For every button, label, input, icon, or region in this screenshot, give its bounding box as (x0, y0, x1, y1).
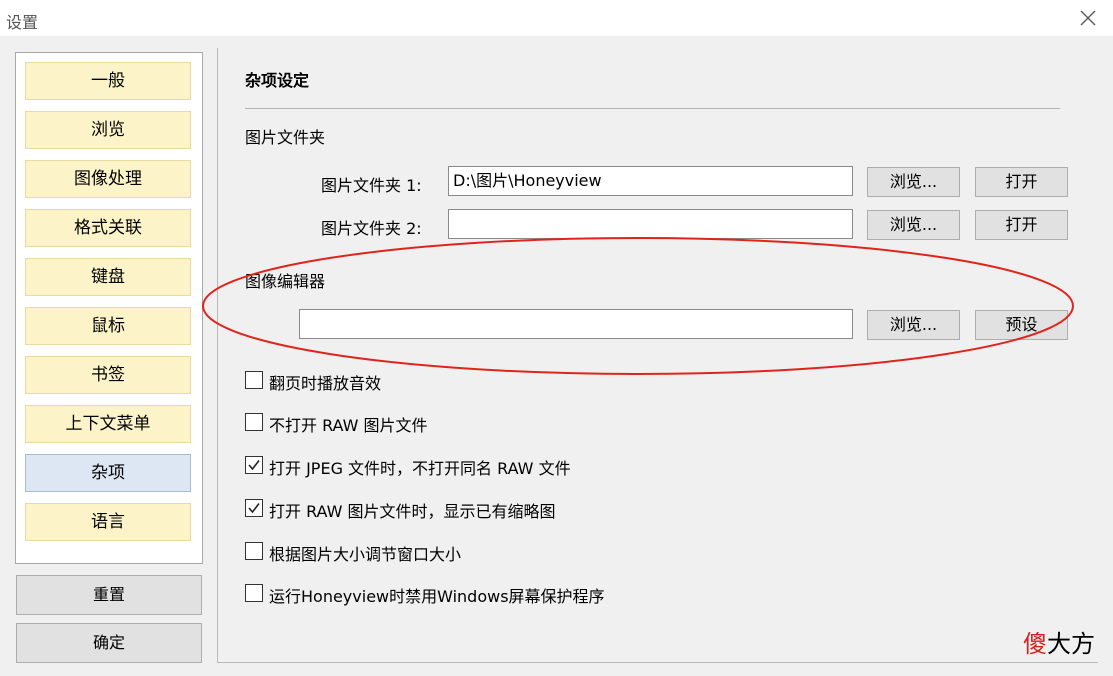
close-icon (1080, 10, 1096, 26)
nav-item-format-association[interactable]: 格式关联 (25, 209, 191, 247)
image-editor-heading: 图像编辑器 (245, 272, 326, 291)
reset-button[interactable]: 重置 (16, 575, 202, 615)
nav-item-image-processing[interactable]: 图像处理 (25, 160, 191, 198)
nav-item-misc[interactable]: 杂项 (25, 454, 191, 492)
nav-item-bookmarks[interactable]: 书签 (25, 356, 191, 394)
section-title: 杂项设定 (245, 71, 310, 90)
checkbox[interactable] (245, 371, 263, 389)
close-button[interactable] (1063, 0, 1113, 36)
checkbox[interactable] (245, 456, 263, 474)
checkbox[interactable] (245, 542, 263, 560)
checkmark-icon (248, 460, 260, 471)
image-folder-heading: 图片文件夹 (245, 128, 326, 147)
folder2-browse-button[interactable]: 浏览... (867, 210, 960, 240)
nav-item-keyboard[interactable]: 键盘 (25, 258, 191, 296)
folder1-open-button[interactable]: 打开 (975, 167, 1068, 197)
folder1-path-input[interactable]: D:\图片\Honeyview (448, 166, 853, 196)
watermark-text: 大方 (1047, 630, 1095, 658)
watermark: 傻大方 (1023, 624, 1095, 659)
image-editor-preset-button[interactable]: 预设 (975, 310, 1068, 340)
nav-item-browse[interactable]: 浏览 (25, 111, 191, 149)
option-label: 根据图片大小调节窗口大小 (269, 545, 462, 564)
settings-category-list: 一般 浏览 图像处理 格式关联 键盘 鼠标 书签 上下文菜单 杂项 语言 (15, 52, 203, 564)
title-bar: 设置 (0, 0, 1113, 36)
option-label: 打开 RAW 图片文件时，显示已有缩略图 (269, 502, 556, 521)
ok-button[interactable]: 确定 (16, 623, 202, 663)
nav-item-context-menu[interactable]: 上下文菜单 (25, 405, 191, 443)
nav-item-general[interactable]: 一般 (25, 62, 191, 100)
checkbox[interactable] (245, 413, 263, 431)
option-label: 不打开 RAW 图片文件 (269, 416, 428, 435)
nav-item-mouse[interactable]: 鼠标 (25, 307, 191, 345)
section-divider (245, 108, 1060, 109)
folder1-browse-button[interactable]: 浏览... (867, 167, 960, 197)
checkmark-icon (248, 503, 260, 514)
checkbox[interactable] (245, 499, 263, 517)
window-title: 设置 (6, 13, 39, 32)
folder2-open-button[interactable]: 打开 (975, 210, 1068, 240)
folder2-label: 图片文件夹 2: (321, 219, 422, 238)
image-editor-browse-button[interactable]: 浏览... (867, 310, 960, 340)
checkbox[interactable] (245, 584, 263, 602)
image-editor-path-input[interactable] (299, 309, 853, 339)
option-label: 打开 JPEG 文件时，不打开同名 RAW 文件 (269, 459, 571, 478)
folder2-path-input[interactable] (448, 209, 853, 239)
option-label: 运行Honeyview时禁用Windows屏幕保护程序 (269, 587, 605, 606)
option-label: 翻页时播放音效 (269, 374, 382, 393)
folder1-label: 图片文件夹 1: (321, 176, 422, 195)
nav-item-language[interactable]: 语言 (25, 503, 191, 541)
settings-content-panel (217, 48, 1098, 663)
watermark-char: 傻 (1023, 630, 1047, 658)
